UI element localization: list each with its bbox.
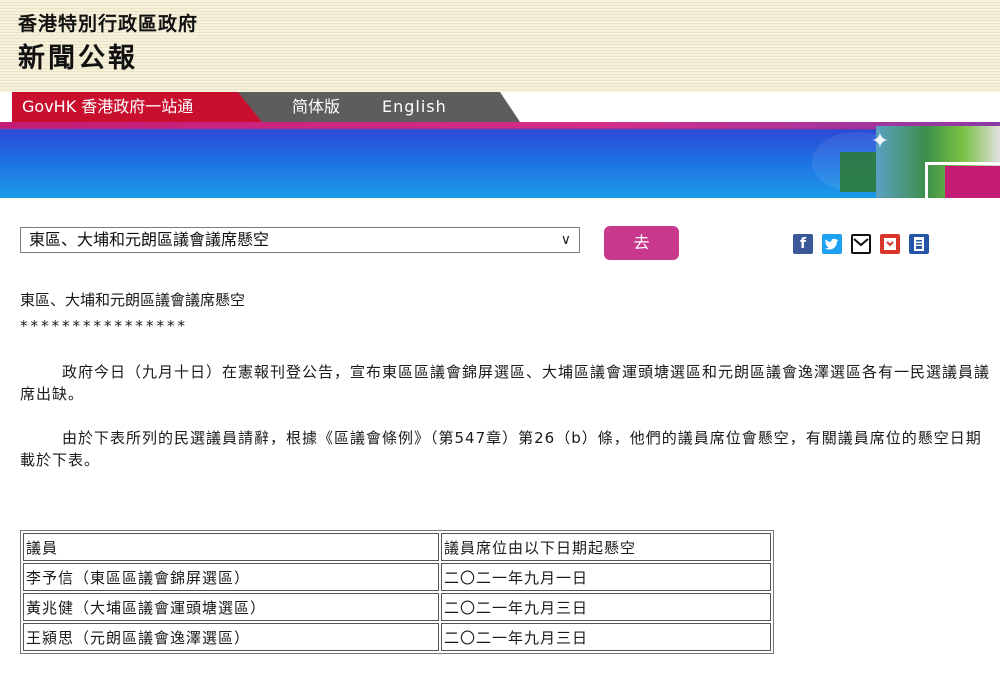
email-icon[interactable] [851, 234, 871, 254]
banner-stripe [0, 122, 1000, 128]
news-select-dropdown[interactable]: 東區、大埔和元朗區議會議席懸空 ∨ [20, 227, 580, 253]
table-header-date: 議員席位由以下日期起懸空 [441, 533, 771, 561]
table-cell-date: 二〇二一年九月三日 [441, 623, 771, 651]
table-cell-member: 王潁思（元朗區議會逸澤選區） [23, 623, 439, 651]
print-icon[interactable] [909, 234, 929, 254]
table-row: 王潁思（元朗區議會逸澤選區） 二〇二一年九月三日 [23, 623, 771, 651]
language-tabs: 简体版 English [238, 92, 520, 122]
banner-image: ✦ [0, 122, 1000, 198]
sparkle-icon: ✦ [870, 129, 890, 154]
page-header: 香港特別行政區政府 新聞公報 [0, 0, 1000, 92]
english-link[interactable]: English [382, 92, 447, 122]
table-row: 李予信（東區區議會錦屏選區） 二〇二一年九月一日 [23, 563, 771, 591]
facebook-icon[interactable]: f [793, 234, 813, 254]
twitter-icon[interactable] [822, 234, 842, 254]
table-header-member: 議員 [23, 533, 439, 561]
table-cell-date: 二〇二一年九月三日 [441, 593, 771, 621]
vacancy-table: 議員 議員席位由以下日期起懸空 李予信（東區區議會錦屏選區） 二〇二一年九月一日… [20, 530, 774, 654]
table-header-row: 議員 議員席位由以下日期起懸空 [23, 533, 771, 561]
banner-frame [925, 162, 1000, 198]
paragraph-2: 由於下表所列的民選議員請辭，根據《區議會條例》（第547章）第26（b）條，他們… [20, 429, 982, 469]
government-name: 香港特別行政區政府 [18, 13, 199, 35]
paragraph-1: 政府今日（九月十日）在憲報刊登公告，宣布東區區議會錦屏選區、大埔區議會運頭塘選區… [20, 363, 991, 403]
article-body: 東區、大埔和元朗區議會議席懸空 **************** 政府今日（九月… [20, 289, 990, 471]
banner-block [840, 152, 876, 192]
simplified-chinese-link[interactable]: 简体版 [292, 92, 340, 122]
article-title: 東區、大埔和元朗區議會議席懸空 [20, 291, 246, 309]
table-cell-member: 黃兆健（大埔區議會運頭塘選區） [23, 593, 439, 621]
press-release-title: 新聞公報 [18, 43, 138, 74]
table-row: 黃兆健（大埔區議會運頭塘選區） 二〇二一年九月三日 [23, 593, 771, 621]
select-value: 東區、大埔和元朗區議會議席懸空 [29, 230, 270, 249]
govhk-link[interactable]: GovHK 香港政府一站通 [12, 92, 262, 122]
table-cell-date: 二〇二一年九月一日 [441, 563, 771, 591]
chevron-down-icon: ∨ [560, 232, 571, 248]
share-toolbar: f [793, 234, 929, 254]
table-cell-member: 李予信（東區區議會錦屏選區） [23, 563, 439, 591]
title-underline-stars: **************** [20, 317, 188, 335]
bookmark-icon[interactable] [880, 234, 900, 254]
go-button[interactable]: 去 [604, 226, 679, 260]
top-navigation: GovHK 香港政府一站通 简体版 English [0, 92, 1000, 122]
